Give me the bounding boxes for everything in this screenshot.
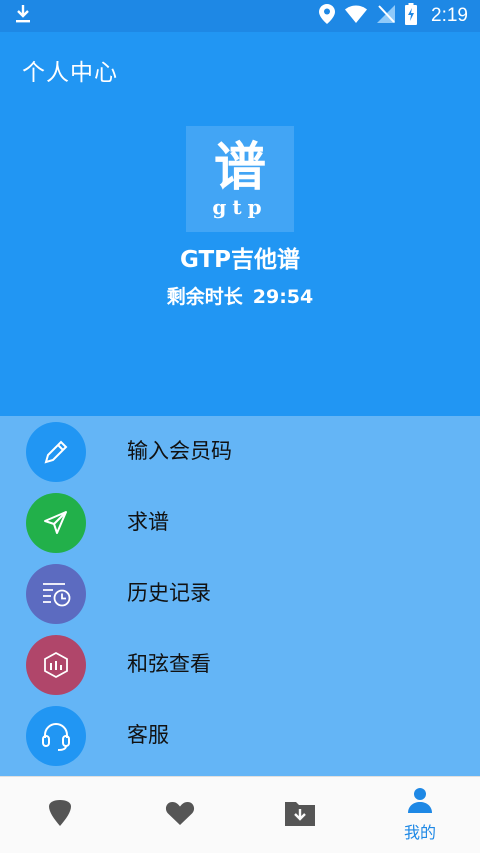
menu-item-label: 客服 — [127, 723, 169, 747]
menu-item-history[interactable]: 历史记录 — [0, 558, 480, 629]
bottom-nav: 我的 — [0, 776, 480, 853]
headset-icon — [26, 706, 86, 766]
remaining-label: 剩余时长 — [166, 286, 243, 308]
guitar-pick-icon — [48, 799, 72, 831]
menu-list: 输入会员码 求谱 历史记录 和弦查看 客服 — [0, 416, 480, 776]
app-bar: 个人中心 — [0, 32, 480, 108]
heart-icon — [165, 800, 195, 830]
nav-label-mine: 我的 — [403, 823, 436, 842]
nav-item-tabs[interactable] — [0, 777, 120, 853]
pencil-icon — [26, 422, 86, 482]
nav-item-favorites[interactable] — [120, 777, 240, 853]
download-icon — [14, 4, 32, 28]
page-title: 个人中心 — [22, 60, 118, 86]
menu-item-customer-service[interactable]: 客服 — [0, 700, 480, 771]
send-icon — [26, 493, 86, 553]
chord-icon — [26, 635, 86, 695]
remaining-time: 剩余时长 29:54 — [0, 282, 480, 309]
menu-item-chords[interactable]: 和弦查看 — [0, 629, 480, 700]
menu-item-request-tab[interactable]: 求谱 — [0, 487, 480, 558]
user-icon — [405, 787, 435, 817]
remaining-value: 29:54 — [252, 286, 314, 308]
nav-item-downloads[interactable] — [240, 777, 360, 853]
battery-charging-icon — [405, 3, 418, 29]
status-bar: 2:19 — [0, 0, 480, 32]
nav-item-mine[interactable]: 我的 — [360, 777, 480, 853]
status-left — [14, 4, 32, 28]
status-time: 2:19 — [431, 5, 468, 26]
app-logo: 谱 gtp — [186, 126, 294, 232]
logo-char: 谱 — [213, 137, 266, 198]
menu-item-member-code[interactable]: 输入会员码 — [0, 416, 480, 487]
history-icon — [26, 564, 86, 624]
menu-item-label: 输入会员码 — [127, 439, 232, 463]
menu-item-label: 历史记录 — [127, 581, 211, 605]
logo-sub: gtp — [212, 195, 268, 219]
app-name: GTP吉他谱 — [179, 247, 301, 273]
menu-item-label: 和弦查看 — [127, 652, 211, 676]
wifi-icon — [345, 5, 368, 27]
menu-item-label: 求谱 — [127, 510, 169, 534]
status-right: 2:19 — [319, 3, 468, 29]
location-icon — [319, 4, 336, 28]
no-signal-icon — [377, 5, 396, 27]
download-folder-icon — [284, 799, 316, 831]
